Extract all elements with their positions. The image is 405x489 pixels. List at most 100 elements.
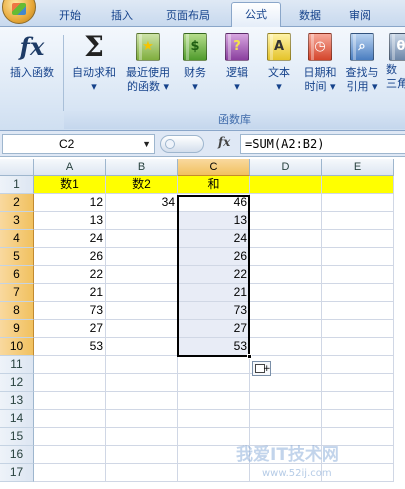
- row-header-17[interactable]: 17: [0, 464, 34, 482]
- cell-d3[interactable]: [250, 212, 322, 230]
- cell-a11[interactable]: [34, 356, 106, 374]
- cell-d9[interactable]: [250, 320, 322, 338]
- row-header-9[interactable]: 9: [0, 320, 34, 338]
- column-header-a[interactable]: A: [34, 159, 106, 176]
- row-header-12[interactable]: 12: [0, 374, 34, 392]
- cell-c3[interactable]: 13: [178, 212, 250, 230]
- cell-d6[interactable]: [250, 266, 322, 284]
- fill-handle[interactable]: [247, 354, 252, 359]
- cell-b8[interactable]: [106, 302, 178, 320]
- cell-a17[interactable]: [34, 464, 106, 482]
- row-header-8[interactable]: 8: [0, 302, 34, 320]
- tab-formulas[interactable]: 公式: [231, 2, 281, 28]
- cell-e10[interactable]: [322, 338, 394, 356]
- cell-c9[interactable]: 27: [178, 320, 250, 338]
- row-header-11[interactable]: 11: [0, 356, 34, 374]
- cell-a2[interactable]: 12: [34, 194, 106, 212]
- cell-a10[interactable]: 53: [34, 338, 106, 356]
- row-header-16[interactable]: 16: [0, 446, 34, 464]
- tab-home[interactable]: 开始: [48, 6, 92, 27]
- cell-a6[interactable]: 22: [34, 266, 106, 284]
- logical-button[interactable]: ? 逻辑 ▾: [220, 31, 254, 94]
- cell-c14[interactable]: [178, 410, 250, 428]
- tab-page-layout[interactable]: 页面布局: [152, 6, 224, 27]
- cell-b17[interactable]: [106, 464, 178, 482]
- cell-b6[interactable]: [106, 266, 178, 284]
- cell-b2[interactable]: 34: [106, 194, 178, 212]
- column-header-c[interactable]: C: [178, 159, 250, 176]
- cell-c12[interactable]: [178, 374, 250, 392]
- cell-b12[interactable]: [106, 374, 178, 392]
- cell-c2[interactable]: 46: [178, 194, 250, 212]
- cell-c6[interactable]: 22: [178, 266, 250, 284]
- row-header-13[interactable]: 13: [0, 392, 34, 410]
- cell-e6[interactable]: [322, 266, 394, 284]
- financial-button[interactable]: $ 财务 ▾: [178, 31, 212, 94]
- cell-e5[interactable]: [322, 248, 394, 266]
- cell-b13[interactable]: [106, 392, 178, 410]
- cell-e11[interactable]: [322, 356, 394, 374]
- insert-function-fx-icon[interactable]: fx: [218, 135, 230, 149]
- column-header-b[interactable]: B: [106, 159, 178, 176]
- cell-c5[interactable]: 26: [178, 248, 250, 266]
- row-header-10[interactable]: 10: [0, 338, 34, 356]
- math-trig-button[interactable]: θ 数 三角: [386, 31, 405, 91]
- row-header-7[interactable]: 7: [0, 284, 34, 302]
- text-button[interactable]: A 文本 ▾: [262, 31, 296, 94]
- cell-d5[interactable]: [250, 248, 322, 266]
- cell-d13[interactable]: [250, 392, 322, 410]
- cell-b10[interactable]: [106, 338, 178, 356]
- tab-data[interactable]: 数据: [288, 6, 332, 27]
- cell-a8[interactable]: 73: [34, 302, 106, 320]
- cell-b15[interactable]: [106, 428, 178, 446]
- cell-b3[interactable]: [106, 212, 178, 230]
- row-header-2[interactable]: 2: [0, 194, 34, 212]
- cell-a13[interactable]: [34, 392, 106, 410]
- row-header-14[interactable]: 14: [0, 410, 34, 428]
- cell-a16[interactable]: [34, 446, 106, 464]
- column-header-d[interactable]: D: [250, 159, 322, 176]
- cell-d14[interactable]: [250, 410, 322, 428]
- cell-e7[interactable]: [322, 284, 394, 302]
- cell-d1[interactable]: [250, 176, 322, 194]
- cell-c17[interactable]: [178, 464, 250, 482]
- row-header-6[interactable]: 6: [0, 266, 34, 284]
- cell-a5[interactable]: 26: [34, 248, 106, 266]
- column-header-e[interactable]: E: [322, 159, 394, 176]
- cell-e1[interactable]: [322, 176, 394, 194]
- cell-d10[interactable]: [250, 338, 322, 356]
- cell-b9[interactable]: [106, 320, 178, 338]
- tab-insert[interactable]: 插入: [100, 6, 144, 27]
- office-button[interactable]: [2, 0, 36, 24]
- cell-d4[interactable]: [250, 230, 322, 248]
- insert-function-button[interactable]: fx 插入函数: [4, 31, 60, 80]
- lookup-reference-button[interactable]: ⌕ 查找与 引用 ▾: [341, 31, 383, 94]
- cell-a15[interactable]: [34, 428, 106, 446]
- row-header-3[interactable]: 3: [0, 212, 34, 230]
- row-header-1[interactable]: 1: [0, 176, 34, 194]
- cell-e3[interactable]: [322, 212, 394, 230]
- cell-c10[interactable]: 53: [178, 338, 250, 356]
- cell-d2[interactable]: [250, 194, 322, 212]
- cell-e8[interactable]: [322, 302, 394, 320]
- recently-used-button[interactable]: ★ 最近使用 的函数 ▾: [122, 31, 174, 94]
- cell-a3[interactable]: 13: [34, 212, 106, 230]
- cell-c4[interactable]: 24: [178, 230, 250, 248]
- autosum-button[interactable]: Σ 自动求和 ▾: [68, 31, 120, 94]
- cell-c1[interactable]: 和: [178, 176, 250, 194]
- cell-d12[interactable]: [250, 374, 322, 392]
- cell-e13[interactable]: [322, 392, 394, 410]
- cell-b14[interactable]: [106, 410, 178, 428]
- cell-b4[interactable]: [106, 230, 178, 248]
- row-header-5[interactable]: 5: [0, 248, 34, 266]
- worksheet-grid[interactable]: A B C D E 1 数1 数2 和 2 12 34 46 3 13 13 4 24 24 5 26 26 6 22 22 7 2…: [0, 159, 405, 489]
- cell-e17[interactable]: [322, 464, 394, 482]
- cell-c7[interactable]: 21: [178, 284, 250, 302]
- cell-e9[interactable]: [322, 320, 394, 338]
- cell-b16[interactable]: [106, 446, 178, 464]
- cell-c8[interactable]: 73: [178, 302, 250, 320]
- cell-a14[interactable]: [34, 410, 106, 428]
- cell-a4[interactable]: 24: [34, 230, 106, 248]
- row-header-4[interactable]: 4: [0, 230, 34, 248]
- cell-b1[interactable]: 数2: [106, 176, 178, 194]
